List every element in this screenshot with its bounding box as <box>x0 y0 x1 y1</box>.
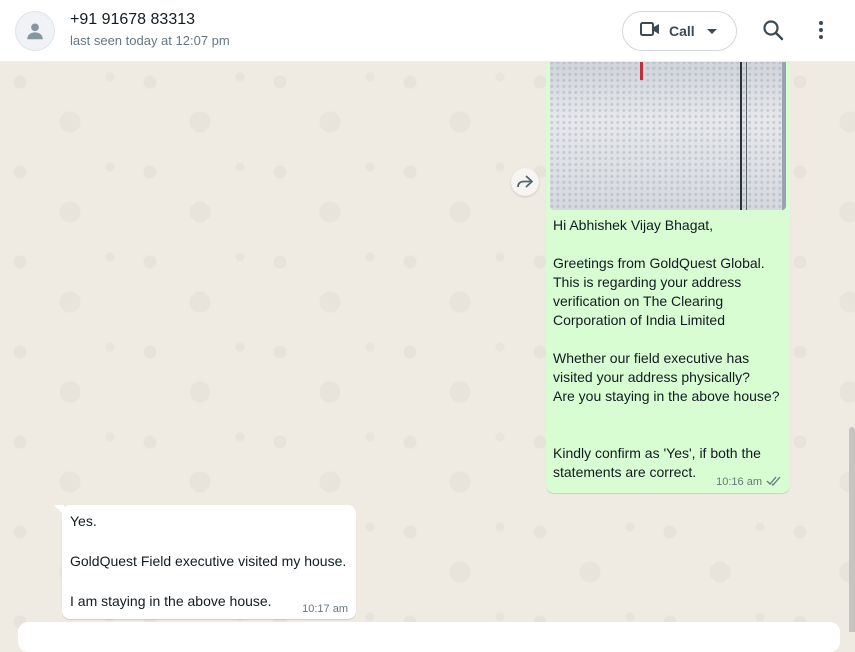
message-text: Hi Abhishek Vijay Bhagat, Greetings from… <box>553 217 780 480</box>
video-camera-icon <box>640 21 660 42</box>
last-seen-status: last seen today at 12:07 pm <box>70 33 230 48</box>
default-avatar-icon[interactable] <box>15 11 55 51</box>
call-button-label: Call <box>669 23 695 39</box>
search-icon[interactable] <box>761 18 785 42</box>
chat-panel[interactable]: Hi Abhishek Vijay Bhagat, Greetings from… <box>0 62 855 632</box>
message-text: Yes. GoldQuest Field executive visited m… <box>70 513 347 609</box>
message-time: 10:17 am <box>302 603 348 615</box>
message-time: 10:16 am <box>716 476 762 488</box>
message-meta: 10:16 am <box>716 475 782 489</box>
double-check-icon <box>766 475 782 489</box>
message-meta: 10:17 am <box>302 603 348 615</box>
chat-header: +91 91678 83313 last seen today at 12:07… <box>0 0 855 62</box>
chat-scrollbar[interactable] <box>849 427 855 632</box>
contact-name[interactable]: +91 91678 83313 <box>70 11 195 29</box>
message-compose-box[interactable] <box>18 622 840 652</box>
kebab-menu-icon[interactable] <box>809 18 833 42</box>
incoming-message[interactable]: Yes. GoldQuest Field executive visited m… <box>54 505 356 619</box>
chevron-down-icon <box>706 22 717 40</box>
image-attachment[interactable] <box>550 62 786 210</box>
call-button[interactable]: Call <box>622 11 737 51</box>
outgoing-message[interactable]: Hi Abhishek Vijay Bhagat, Greetings from… <box>546 62 790 493</box>
forward-icon[interactable] <box>511 168 539 196</box>
